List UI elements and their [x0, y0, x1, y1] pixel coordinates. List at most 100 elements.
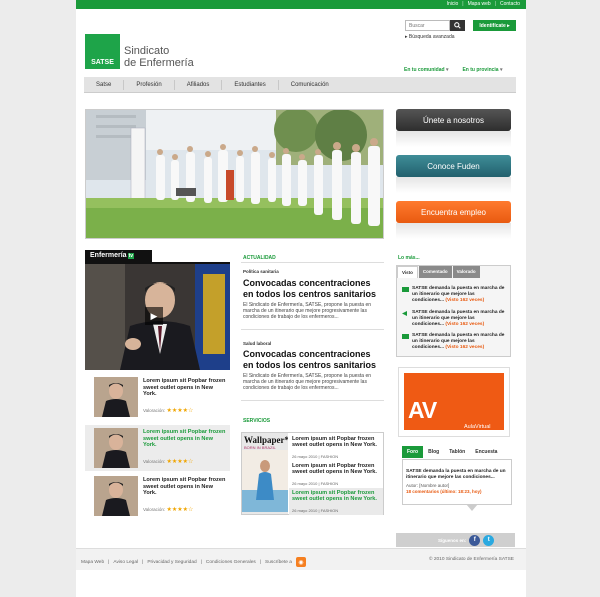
- lo-mas-item-text[interactable]: SATSE demanda la puesta en marcha de un …: [412, 286, 507, 303]
- video-list-item[interactable]: Lorem ipsum sit Popbar frozen sweet outl…: [85, 425, 230, 471]
- province-label: En tu provincia: [462, 67, 499, 73]
- video-list-item[interactable]: Lorem ipsum sit Popbar frozen sweet outl…: [85, 374, 230, 420]
- login-button[interactable]: Identifícate ▸: [473, 20, 516, 31]
- video-title[interactable]: Lorem ipsum sit Popbar frozen sweet outl…: [143, 378, 227, 398]
- satse-logo[interactable]: SATSE: [85, 34, 120, 69]
- servicios-item[interactable]: Lorem ipsum sit Popbar frozen sweet outl…: [289, 488, 383, 515]
- lo-mas-item-text[interactable]: SATSE demanda la puesta en marcha de un …: [412, 333, 507, 350]
- nav-item-profesion[interactable]: Profesión: [124, 79, 175, 90]
- news-title[interactable]: Convocadas concentraciones en todos los …: [243, 278, 383, 300]
- bullet-arrow-icon: ▸: [405, 34, 408, 40]
- advanced-search-link[interactable]: ▸ Búsqueda avanzada: [405, 34, 455, 40]
- footer-links: Mapa Web | Aviso Legal | Privacidad y Segu…: [81, 557, 306, 567]
- tab-foro[interactable]: Foro: [402, 446, 424, 458]
- star-rating-icon: ★★★★☆: [166, 507, 194, 513]
- footer-link-suscribete[interactable]: Suscríbete a: [265, 560, 292, 565]
- servicios-item-title[interactable]: Lorem ipsum sit Popbar frozen sweet outl…: [292, 490, 383, 503]
- divider: [241, 329, 384, 330]
- follow-label: Síguenos en:: [438, 537, 467, 543]
- video-icon: [402, 287, 409, 292]
- advanced-search-label: Búsqueda avanzada: [408, 34, 455, 40]
- lo-mas-tabs: Visto Comentado Valorado: [397, 266, 510, 278]
- news-body: El Sindicato de Enfermería, SATSE, propo…: [243, 373, 372, 391]
- brand-name-line1: Sindicato: [124, 45, 170, 57]
- video-title[interactable]: Lorem ipsum sit Popbar frozen sweet outl…: [143, 477, 227, 497]
- servicios-item-meta: 26 mayo 2010 | FASHION: [292, 454, 339, 459]
- nav-item-satse[interactable]: Satse: [84, 79, 125, 90]
- top-link-inicio[interactable]: Inicio: [447, 1, 459, 7]
- servicios-item-date: 26 mayo 2010: [292, 508, 318, 513]
- hero-image[interactable]: [85, 109, 384, 239]
- foro-tabs: Foro Blog Tablón Encuesta: [402, 446, 502, 458]
- news-body: El Sindicato de Enfermería, SATSE, propo…: [243, 302, 372, 320]
- login-label: Identifícate: [479, 22, 506, 29]
- tab-blog[interactable]: Blog: [423, 446, 444, 458]
- footer-link-mapa-web[interactable]: Mapa Web: [81, 560, 104, 565]
- facebook-icon[interactable]: f: [469, 534, 481, 546]
- play-icon: ▶: [150, 310, 158, 321]
- rss-icon[interactable]: ◉: [295, 557, 306, 567]
- speech-tail: [466, 504, 478, 511]
- footer-link-aviso-legal[interactable]: Aviso Legal: [113, 560, 138, 565]
- magazine-cover[interactable]: Wallpaper* BORN IN BRAZIL: [242, 433, 288, 514]
- foro-post-title[interactable]: SATSE demanda la puesta en marcha de un …: [406, 469, 510, 481]
- top-links: Inicio | Mapa web | Contacto: [446, 1, 520, 7]
- servicios-item-title[interactable]: Lorem ipsum sit Popbar frozen sweet outl…: [292, 463, 383, 476]
- tv-badge: tv: [127, 253, 135, 259]
- nav-item-afiliados[interactable]: Afiliados: [175, 79, 223, 90]
- tab-comentado[interactable]: Comentado: [418, 266, 452, 278]
- lo-mas-item-text[interactable]: SATSE demanda la puesta en marcha de un …: [412, 310, 507, 327]
- news-category[interactable]: Política sanitaria: [243, 269, 279, 274]
- aula-virtual-label: AulaVirtual: [464, 424, 491, 430]
- cta-reflection: [396, 177, 511, 193]
- chevron-down-icon: ▾: [499, 67, 503, 73]
- rating-label: Valoración: [143, 507, 164, 512]
- fuden-button[interactable]: Conoce Fuden: [396, 155, 511, 177]
- star-rating-icon: ★★★★☆: [166, 408, 194, 414]
- rating-label: Valoración: [143, 459, 164, 464]
- servicios-item-title[interactable]: Lorem ipsum sit Popbar frozen sweet outl…: [292, 436, 383, 449]
- main-nav: Satse Profesión Afiliados Estudiantes Co…: [84, 77, 516, 93]
- search-button[interactable]: [450, 20, 465, 31]
- province-dropdown[interactable]: En tu provincia ▾: [462, 67, 502, 73]
- community-dropdown[interactable]: En tu comunidad ▾: [404, 67, 448, 73]
- tab-encuesta[interactable]: Encuesta: [470, 446, 502, 458]
- video-title[interactable]: Lorem ipsum sit Popbar frozen sweet outl…: [143, 429, 227, 449]
- servicios-item-meta: 26 mayo 2010 | FASHION: [292, 508, 339, 513]
- nav-item-comunicacion[interactable]: Comunicación: [279, 80, 341, 90]
- servicios-item-date: 26 mayo 2010: [292, 454, 318, 459]
- video-list-item[interactable]: Lorem ipsum sit Popbar frozen sweet outl…: [85, 473, 230, 519]
- cta-reflection: [396, 131, 511, 147]
- footer-link-privacidad[interactable]: Privacidad y Seguridad: [147, 560, 196, 565]
- search-input[interactable]: Buscar: [405, 20, 450, 31]
- rating-label: Valoración: [143, 408, 164, 413]
- servicios-item-category: FASHION: [320, 454, 339, 459]
- tab-visto[interactable]: Visto: [397, 266, 418, 278]
- servicios-item-date: 26 mayo 2010: [292, 481, 318, 486]
- video-rating: Valoración: ★★★★☆: [143, 408, 194, 414]
- nav-item-estudiantes[interactable]: Estudiantes: [222, 79, 279, 90]
- actualidad-heading: ACTUALIDAD: [243, 255, 276, 261]
- news-title[interactable]: Convocadas concentraciones en todos los …: [243, 349, 383, 371]
- arrow-right-icon: ▸: [507, 22, 510, 29]
- play-button[interactable]: ▶: [145, 307, 163, 325]
- servicios-item[interactable]: Lorem ipsum sit Popbar frozen sweet outl…: [289, 461, 383, 488]
- twitter-icon[interactable]: t: [483, 534, 495, 546]
- join-us-button[interactable]: Únete a nosotros: [396, 109, 511, 131]
- community-label: En tu comunidad: [404, 67, 445, 73]
- search-icon: [454, 22, 461, 29]
- top-link-mapa-web[interactable]: Mapa web: [468, 1, 491, 7]
- tab-valorado[interactable]: Valorado: [452, 266, 480, 278]
- copyright: © 2010 Sindicato de Enfermería SATSE: [428, 557, 514, 562]
- tab-tablon[interactable]: Tablón: [444, 446, 470, 458]
- lo-mas-heading: Lo más...: [398, 255, 420, 261]
- servicios-item[interactable]: Lorem ipsum sit Popbar frozen sweet outl…: [289, 434, 383, 461]
- divider: [241, 262, 384, 263]
- follow-us-bar: Síguenos en: f t: [396, 533, 515, 547]
- find-job-button[interactable]: Encuentra empleo: [396, 201, 511, 223]
- top-link-contacto[interactable]: Contacto: [500, 1, 520, 7]
- foro-comments[interactable]: 18 comentarios (último: 18:23, hoy): [406, 489, 482, 494]
- servicios-item-meta: 26 mayo 2010 | FASHION: [292, 481, 339, 486]
- footer-link-condiciones[interactable]: Condiciones Generales: [206, 560, 256, 565]
- news-category[interactable]: Salud laboral: [243, 341, 271, 346]
